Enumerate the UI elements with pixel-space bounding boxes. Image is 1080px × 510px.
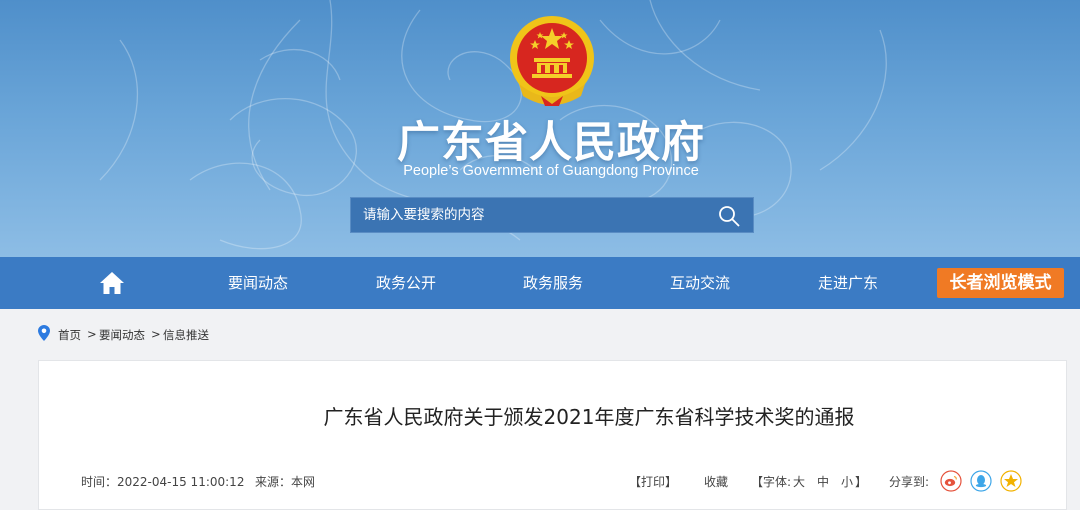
qq-icon[interactable] — [970, 470, 992, 492]
breadcrumb-news[interactable]: 要闻动态 — [99, 327, 145, 343]
home-icon[interactable] — [98, 269, 126, 297]
nav-item-about-guangdong[interactable]: 走进广东 — [818, 257, 878, 309]
nav-item-interaction[interactable]: 互动交流 — [670, 257, 730, 309]
location-pin-icon — [38, 325, 50, 341]
font-size-medium[interactable]: 中 — [817, 473, 829, 490]
search-box — [350, 197, 754, 233]
font-size-large[interactable]: 大 — [793, 473, 805, 490]
favorite-link[interactable]: 收藏 — [704, 473, 728, 490]
weibo-icon[interactable] — [940, 470, 962, 492]
article-panel: 广东省人民政府关于颁发2021年度广东省科学技术奖的通报 时间：2022-04-… — [38, 360, 1067, 510]
article-source: 来源：本网 — [255, 475, 316, 489]
elder-mode-button[interactable]: 长者浏览模式 — [937, 268, 1064, 298]
breadcrumb-current[interactable]: 信息推送 — [163, 327, 209, 343]
print-link[interactable]: 【打印】 — [629, 473, 677, 490]
qzone-icon[interactable] — [1000, 470, 1022, 492]
site-subtitle: People’s Government of Guangdong Provinc… — [403, 163, 699, 179]
publish-time: 时间：2022-04-15 11:00:12 — [81, 475, 245, 489]
article-title: 广东省人民政府关于颁发2021年度广东省科学技术奖的通报 — [323, 405, 855, 429]
font-size-small[interactable]: 小 — [841, 473, 853, 490]
nav-item-news[interactable]: 要闻动态 — [228, 257, 288, 309]
font-size-close: 】 — [855, 475, 868, 489]
nav-item-gov-affairs-disclosure[interactable]: 政务公开 — [376, 257, 436, 309]
font-size-label: 【字体: — [751, 475, 792, 489]
breadcrumb-separator: > — [87, 327, 97, 341]
search-input[interactable] — [351, 198, 711, 232]
main-nav: 要闻动态 政务公开 政务服务 互动交流 走进广东 — [0, 257, 1080, 309]
share-label: 分享到: — [889, 475, 930, 489]
breadcrumb-separator: > — [151, 327, 161, 341]
search-icon[interactable] — [717, 204, 741, 228]
breadcrumb-home[interactable]: 首页 — [58, 327, 81, 343]
header-banner: 广东省人民政府 People’s Government of Guangdong… — [0, 0, 1080, 257]
nav-item-gov-services[interactable]: 政务服务 — [523, 257, 583, 309]
site-title: 广东省人民政府 — [397, 118, 705, 168]
national-emblem — [510, 16, 594, 106]
